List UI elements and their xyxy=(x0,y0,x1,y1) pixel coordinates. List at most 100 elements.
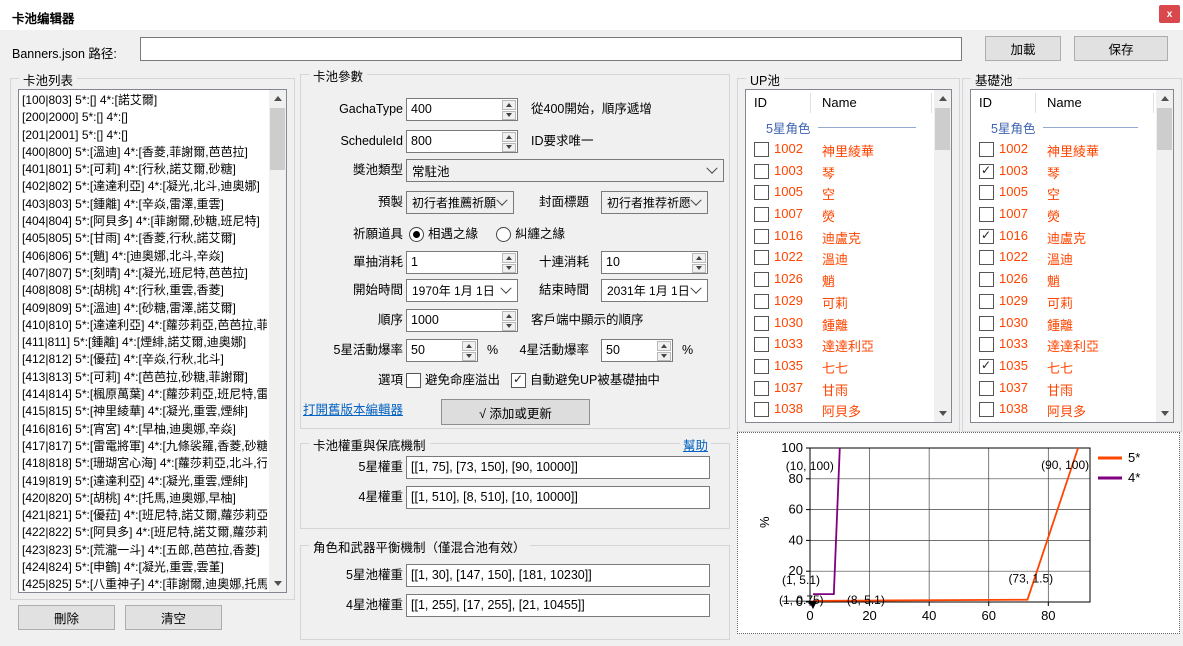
banner-list-item[interactable]: [422|822] 5*:[阿貝多] 4*:[班尼特,諾艾爾,蘿莎莉亞] xyxy=(22,524,267,541)
pool-row-checkbox[interactable] xyxy=(979,142,994,157)
pool-row-checkbox[interactable] xyxy=(979,337,994,352)
scrollbar-thumb[interactable] xyxy=(1157,108,1172,150)
pool-row[interactable]: 1007 熒 xyxy=(746,203,934,225)
rate5-spinner[interactable]: 50 xyxy=(406,339,478,362)
radio-acquaint-fate[interactable] xyxy=(409,227,424,242)
banner-list-item[interactable]: [100|803] 5*:[] 4*:[諾艾爾] xyxy=(22,92,267,109)
open-legacy-editor-link[interactable]: 打開舊版本編輯器 xyxy=(303,399,403,422)
close-button[interactable]: x xyxy=(1159,5,1180,23)
checkbox-avoid-constellation-overflow[interactable] xyxy=(406,373,421,388)
pool-row-checkbox[interactable] xyxy=(754,229,769,244)
scrollbar-thumb[interactable] xyxy=(935,108,950,150)
scheduleid-value[interactable]: 800 xyxy=(407,131,502,152)
pool-row[interactable]: 1029 可莉 xyxy=(746,290,934,312)
pool-row-checkbox[interactable] xyxy=(754,185,769,200)
base-pool-scrollbar[interactable] xyxy=(1156,90,1173,422)
pool-row[interactable]: 1035 七七 xyxy=(746,355,934,377)
banner-list-item[interactable]: [415|815] 5*:[神里綾華] 4*:[凝光,重雲,煙緋] xyxy=(22,403,267,420)
scroll-down-button[interactable] xyxy=(269,575,286,592)
pool-row-checkbox[interactable] xyxy=(754,250,769,265)
pool-weight5-input[interactable]: [[1, 30], [147, 150], [181, 10230]] xyxy=(406,564,710,587)
banner-list-item[interactable]: [421|821] 5*:[優菈] 4*:[班尼特,諾艾爾,蘿莎莉亞] xyxy=(22,507,267,524)
single-cost-value[interactable]: 1 xyxy=(407,252,502,273)
pool-row-checkbox[interactable] xyxy=(979,272,994,287)
pool-weight4-input[interactable]: [[1, 255], [17, 255], [21, 10455]] xyxy=(406,594,710,617)
preset-select[interactable]: 初行者推薦祈願 xyxy=(406,191,514,214)
gachatype-value[interactable]: 400 xyxy=(407,99,502,120)
pool-row-checkbox[interactable] xyxy=(979,229,994,244)
clear-button[interactable]: 清空 xyxy=(125,605,222,630)
banner-list-item[interactable]: [402|802] 5*:[達達利亞] 4*:[凝光,北斗,迪奧娜] xyxy=(22,178,267,195)
save-button[interactable]: 保存 xyxy=(1074,36,1168,61)
scroll-up-button[interactable] xyxy=(269,90,286,107)
order-updown[interactable] xyxy=(502,310,517,331)
pool-row-checkbox[interactable] xyxy=(979,381,994,396)
pool-row[interactable]: 1016 迪盧克 xyxy=(971,225,1156,247)
pool-row[interactable]: 1022 溫迪 xyxy=(971,246,1156,268)
banner-list-item[interactable]: [425|825] 5*:[八重神子] 4*:[菲謝爾,迪奧娜,托馬] xyxy=(22,576,267,592)
pool-row[interactable]: 1016 迪盧克 xyxy=(746,225,934,247)
pool-row-checkbox[interactable] xyxy=(979,207,994,222)
banner-list-item[interactable]: [405|805] 5*:[甘雨] 4*:[香菱,行秋,諾艾爾] xyxy=(22,230,267,247)
cover-title-select[interactable]: 初行者推荐祈愿 xyxy=(601,191,708,214)
banner-list-item[interactable]: [403|803] 5*:[鍾離] 4*:[辛焱,雷澤,重雲] xyxy=(22,196,267,213)
pool-row-checkbox[interactable] xyxy=(754,402,769,417)
scroll-down-button[interactable] xyxy=(1156,405,1173,422)
banner-list-item[interactable]: [409|809] 5*:[溫迪] 4*:[砂糖,雷澤,諾艾爾] xyxy=(22,300,267,317)
pool-row[interactable]: 1005 空 xyxy=(971,181,1156,203)
pool-row[interactable]: 1026 魈 xyxy=(971,268,1156,290)
pool-row[interactable]: 1033 達達利亞 xyxy=(746,333,934,355)
pool-row[interactable]: 1035 七七 xyxy=(971,355,1156,377)
pool-row-checkbox[interactable] xyxy=(754,164,769,179)
banner-list-item[interactable]: [407|807] 5*:[刻晴] 4*:[凝光,班尼特,芭芭拉] xyxy=(22,265,267,282)
banner-list-item[interactable]: [406|806] 5*:[魈] 4*:[迪奧娜,北斗,辛焱] xyxy=(22,248,267,265)
rate4-value[interactable]: 50 xyxy=(602,340,657,361)
banner-list-item[interactable]: [401|801] 5*:[可莉] 4*:[行秋,諾艾爾,砂糖] xyxy=(22,161,267,178)
ten-cost-value[interactable]: 10 xyxy=(602,252,692,273)
pool-row[interactable]: 1038 阿貝多 xyxy=(746,398,934,420)
pool-row[interactable]: 1037 甘雨 xyxy=(746,377,934,399)
banner-list-item[interactable]: [423|823] 5*:[荒瀧一斗] 4*:[五郎,芭芭拉,香菱] xyxy=(22,542,267,559)
pool-row-checkbox[interactable] xyxy=(754,294,769,309)
rate4-spinner[interactable]: 50 xyxy=(601,339,673,362)
checkbox-auto-avoid-up-in-base[interactable] xyxy=(511,373,526,388)
path-input[interactable] xyxy=(140,37,962,61)
delete-button[interactable]: 刪除 xyxy=(18,605,115,630)
pool-row-checkbox[interactable] xyxy=(754,359,769,374)
gachatype-updown[interactable] xyxy=(502,99,517,120)
pool-row[interactable]: 1003 琴 xyxy=(746,160,934,182)
pool-row-checkbox[interactable] xyxy=(754,381,769,396)
scroll-up-button[interactable] xyxy=(934,90,951,107)
pool-row[interactable]: 1022 溫迪 xyxy=(746,246,934,268)
pool-row-checkbox[interactable] xyxy=(979,250,994,265)
pool-row[interactable]: 1002 神里綾華 xyxy=(746,138,934,160)
scroll-down-button[interactable] xyxy=(934,405,951,422)
banner-list-item[interactable]: [418|818] 5*:[珊瑚宮心海] 4*:[蘿莎莉亞,北斗,行秋] xyxy=(22,455,267,472)
banner-list-item[interactable]: [414|814] 5*:[楓原萬葉] 4*:[蘿莎莉亞,班尼特,雷澤] xyxy=(22,386,267,403)
end-time-picker[interactable]: 2031年 1月 1日 xyxy=(601,279,708,302)
weight5-input[interactable]: [[1, 75], [73, 150], [90, 10000]] xyxy=(406,456,710,479)
ten-cost-spinner[interactable]: 10 xyxy=(601,251,708,274)
pool-row-checkbox[interactable] xyxy=(754,207,769,222)
banner-list-item[interactable]: [420|820] 5*:[胡桃] 4*:[托馬,迪奧娜,早柚] xyxy=(22,490,267,507)
pool-row-checkbox[interactable] xyxy=(979,316,994,331)
pool-row-checkbox[interactable] xyxy=(754,316,769,331)
order-spinner[interactable]: 1000 xyxy=(406,309,518,332)
banner-list-item[interactable]: [411|811] 5*:[鍾離] 4*:[煙緋,諾艾爾,迪奧娜] xyxy=(22,334,267,351)
pool-row[interactable]: 1002 神里綾華 xyxy=(971,138,1156,160)
pool-row-checkbox[interactable] xyxy=(754,272,769,287)
load-button[interactable]: 加載 xyxy=(985,36,1061,61)
banner-list-scrollbar[interactable] xyxy=(269,90,286,592)
banner-list-item[interactable]: [410|810] 5*:[達達利亞] 4*:[蘿莎莉亞,芭芭拉,菲謝爾] xyxy=(22,317,267,334)
banner-list-item[interactable]: [404|804] 5*:[阿貝多] 4*:[菲謝爾,砂糖,班尼特] xyxy=(22,213,267,230)
pool-row-checkbox[interactable] xyxy=(979,185,994,200)
pool-row[interactable]: 1029 可莉 xyxy=(971,290,1156,312)
scheduleid-updown[interactable] xyxy=(502,131,517,152)
radio-intertwined-fate[interactable] xyxy=(496,227,511,242)
pool-row-checkbox[interactable] xyxy=(754,337,769,352)
up-pool-scrollbar[interactable] xyxy=(934,90,951,422)
ten-cost-updown[interactable] xyxy=(692,252,707,273)
weight4-input[interactable]: [[1, 510], [8, 510], [10, 10000]] xyxy=(406,486,710,509)
pool-row-checkbox[interactable] xyxy=(979,164,994,179)
pool-row[interactable]: 1033 達達利亞 xyxy=(971,333,1156,355)
